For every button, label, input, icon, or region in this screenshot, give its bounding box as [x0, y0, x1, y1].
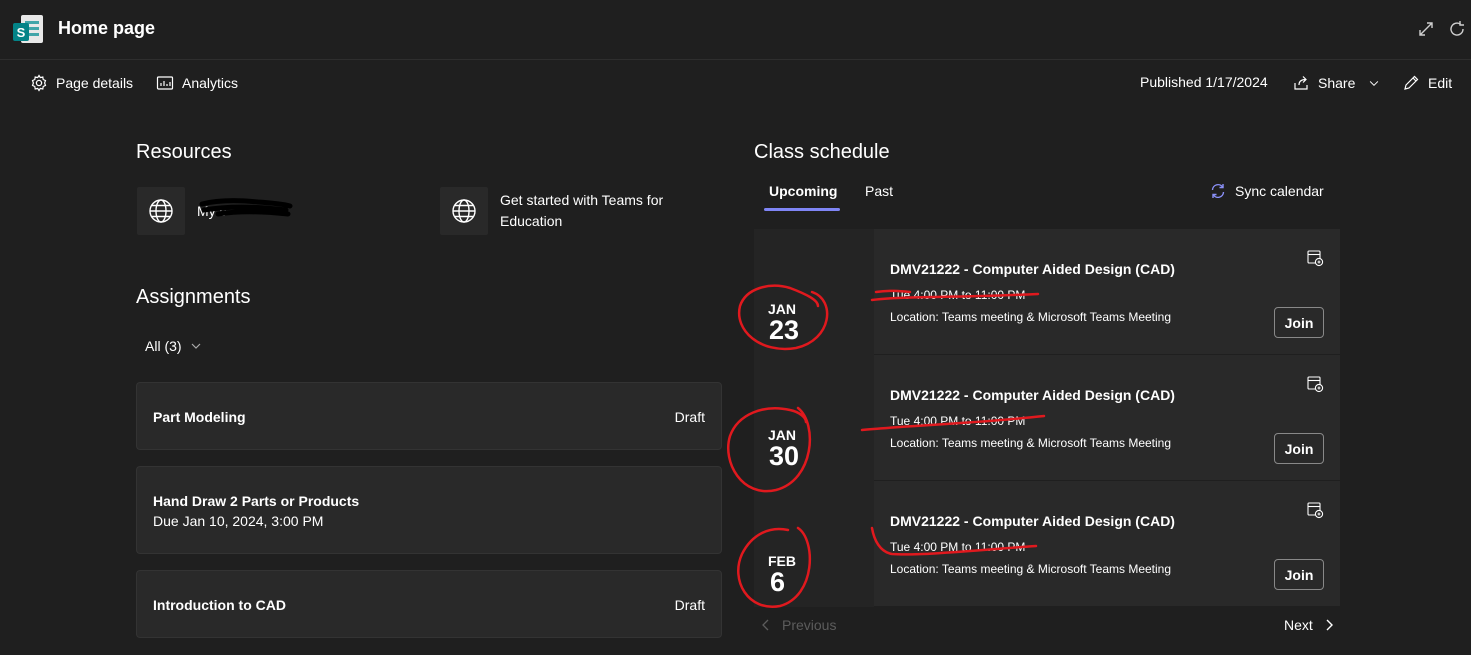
published-status: Published 1/17/2024 — [1140, 74, 1268, 90]
gear-icon — [31, 74, 47, 92]
tab-active-indicator — [764, 208, 840, 211]
resource-label-2: Get started with Teams for Education — [500, 192, 664, 229]
chevron-left-icon — [762, 619, 769, 631]
event-details: DMV21222 - Computer Aided Design (CAD) T… — [874, 355, 1340, 481]
event-title: DMV21222 - Computer Aided Design (CAD) — [890, 387, 1175, 403]
calendar-add-icon[interactable] — [1306, 501, 1324, 519]
tab-upcoming[interactable]: Upcoming — [769, 183, 837, 199]
assignments-heading: Assignments — [136, 286, 251, 308]
page-details-label: Page details — [56, 75, 134, 91]
event-time: Tue 4:00 PM to 11:00 PM — [890, 540, 1026, 554]
assignment-card[interactable]: Hand Draw 2 Parts or Products Due Jan 10… — [136, 466, 722, 554]
edit-label: Edit — [1428, 75, 1453, 91]
published-label: Published 1/17/2024 — [1140, 74, 1268, 90]
event-row[interactable]: JAN 30 DMV21222 - Computer Aided Design … — [754, 355, 1340, 481]
page-details-button[interactable]: Page details — [30, 74, 133, 92]
calendar-add-icon[interactable] — [1306, 249, 1324, 267]
event-location: Location: Teams meeting & Microsoft Team… — [890, 310, 1172, 324]
previous-label: Previous — [782, 617, 837, 633]
next-label: Next — [1284, 617, 1313, 633]
next-button[interactable]: Next — [1284, 617, 1335, 633]
sync-icon — [1211, 183, 1225, 199]
event-time: Tue 4:00 PM to 11:00 PM — [890, 414, 1026, 428]
assignment-title: Hand Draw 2 Parts or Products — [153, 493, 360, 509]
event-location: Location: Teams meeting & Microsoft Team… — [890, 562, 1172, 576]
event-day: 23 — [769, 315, 800, 345]
calendar-add-icon[interactable] — [1306, 375, 1324, 393]
event-title: DMV21222 - Computer Aided Design (CAD) — [890, 261, 1175, 277]
join-button[interactable]: Join — [1274, 433, 1324, 464]
refresh-icon[interactable] — [1447, 19, 1467, 39]
event-day: 30 — [769, 441, 800, 471]
analytics-label: Analytics — [182, 75, 239, 91]
class-schedule-heading: Class schedule — [754, 141, 890, 163]
event-date: FEB 6 — [754, 481, 874, 607]
assignment-card[interactable]: Introduction to CAD Draft — [136, 570, 722, 638]
title-bar: S Home page — [0, 0, 1471, 60]
resource-icon-box — [440, 187, 488, 235]
assignment-status: Draft — [674, 409, 705, 425]
pencil-icon — [1404, 75, 1419, 90]
event-time: Tue 4:00 PM to 11:00 PM — [890, 288, 1026, 302]
event-row[interactable]: JAN 23 DMV21222 - Computer Aided Design … — [754, 229, 1340, 355]
chevron-down-icon — [191, 343, 200, 349]
chevron-right-icon — [1326, 619, 1333, 631]
share-icon — [1294, 76, 1308, 90]
tab-past[interactable]: Past — [865, 183, 893, 199]
command-bar: Page details Analytics Published 1/17/20… — [0, 61, 1471, 105]
previous-button[interactable]: Previous — [760, 617, 836, 633]
assignment-status: Draft — [674, 597, 705, 613]
resource-tile-2[interactable]: Get started with Teams for Education — [440, 187, 700, 235]
share-label: Share — [1318, 75, 1356, 91]
assignment-title: Part Modeling — [153, 409, 246, 425]
svg-text:S: S — [17, 25, 26, 40]
sharepoint-logo-icon: S — [13, 15, 43, 43]
analytics-icon — [156, 76, 174, 90]
event-row[interactable]: FEB 6 DMV21222 - Computer Aided Design (… — [754, 481, 1340, 607]
assignment-due: Due Jan 10, 2024, 3:00 PM — [153, 513, 324, 529]
join-button[interactable]: Join — [1274, 559, 1324, 590]
globe-icon — [452, 199, 476, 223]
sync-calendar-button[interactable]: Sync calendar — [1209, 182, 1324, 200]
assignment-title: Introduction to CAD — [153, 597, 286, 613]
assignments-filter-dropdown[interactable]: All (3) — [145, 338, 202, 354]
globe-icon — [149, 199, 173, 223]
edit-button[interactable]: Edit — [1402, 74, 1452, 92]
event-title: DMV21222 - Computer Aided Design (CAD) — [890, 513, 1175, 529]
event-day: 6 — [770, 567, 786, 597]
event-details: DMV21222 - Computer Aided Design (CAD) T… — [874, 481, 1340, 607]
event-date: JAN 30 — [754, 355, 874, 481]
chevron-down-icon — [1370, 81, 1379, 87]
expand-icon[interactable] — [1416, 19, 1436, 39]
share-button[interactable]: Share — [1292, 74, 1381, 92]
sync-calendar-label: Sync calendar — [1235, 183, 1324, 199]
event-details: DMV21222 - Computer Aided Design (CAD) T… — [874, 229, 1340, 355]
resource-icon-box — [137, 187, 185, 235]
event-location: Location: Teams meeting & Microsoft Team… — [890, 436, 1172, 450]
analytics-button[interactable]: Analytics — [156, 74, 238, 92]
redaction-scribble — [199, 198, 293, 217]
resources-heading: Resources — [136, 141, 232, 163]
assignment-card[interactable]: Part Modeling Draft — [136, 382, 722, 450]
filter-label: All (3) — [145, 338, 182, 354]
event-date: JAN 23 — [754, 229, 874, 355]
join-button[interactable]: Join — [1274, 307, 1324, 338]
page-title: Home page — [58, 18, 156, 38]
